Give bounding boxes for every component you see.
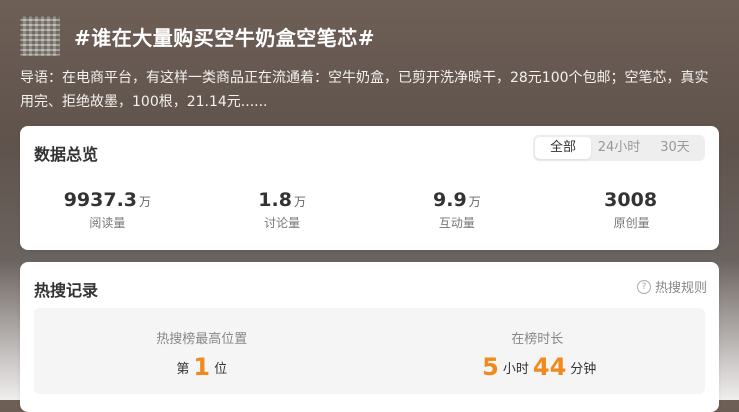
stat-discussions-label: 讨论量 xyxy=(264,216,301,230)
tab-all[interactable]: 全部 xyxy=(535,137,591,159)
stat-interactions-unit: 万 xyxy=(468,195,481,209)
duration-hours: 5 xyxy=(482,353,499,381)
tab-30d[interactable]: 30天 xyxy=(647,137,703,159)
hot-search-title: 热搜记录 xyxy=(34,281,99,300)
stat-discussions-value: 1.8 xyxy=(258,189,292,211)
data-overview-card: 数据总览 全部 24小时 30天 9937.3 万 阅读量 1.8 万 讨论量 9.… xyxy=(20,126,719,250)
hot-search-rules-link[interactable]: ? 热搜规则 xyxy=(636,277,707,296)
overview-stats: 9937.3 万 阅读量 1.8 万 讨论量 9.9 万 互动量 3008 原创量 xyxy=(20,189,719,234)
peak-suffix: 位 xyxy=(214,362,228,377)
peak-position: 热搜榜最高位置 第1位 xyxy=(34,308,370,394)
duration-minutes-unit: 分钟 xyxy=(570,362,597,377)
stat-discussions-unit: 万 xyxy=(293,195,306,209)
stat-reads-unit: 万 xyxy=(139,195,152,209)
stat-original-value: 3008 xyxy=(604,189,658,211)
duration-on-list: 在榜时长 5 小时 44 分钟 xyxy=(370,308,706,394)
hot-search-summary: 热搜榜最高位置 第1位 在榜时长 5 小时 44 分钟 xyxy=(34,308,705,394)
duration-label: 在榜时长 xyxy=(511,332,564,347)
topic-thumbnail xyxy=(20,16,60,56)
stat-reads-value: 9937.3 xyxy=(63,189,138,211)
peak-position-value: 第1位 xyxy=(34,353,370,381)
stat-reads: 9937.3 万 阅读量 xyxy=(20,189,195,234)
topic-header: #谁在大量购买空牛奶盒空笔芯# 导语：在电商平台，有这样一类商品正在流通着：空牛… xyxy=(0,0,739,125)
peak-position-label: 热搜榜最高位置 xyxy=(156,332,248,347)
stat-discussions: 1.8 万 讨论量 xyxy=(195,189,370,234)
stat-interactions: 9.9 万 互动量 xyxy=(370,189,545,234)
peak-prefix: 第 xyxy=(176,362,190,377)
overview-title: 数据总览 xyxy=(34,145,99,164)
tab-24h[interactable]: 24小时 xyxy=(591,137,647,159)
question-circle-icon: ? xyxy=(636,279,651,294)
stat-interactions-value: 9.9 xyxy=(433,189,467,211)
duration-value: 5 小时 44 分钟 xyxy=(370,353,706,381)
hot-search-card: 热搜记录 ? 热搜规则 热搜榜最高位置 第1位 在榜时长 5 小时 44 分钟 xyxy=(20,262,719,412)
duration-minutes: 44 xyxy=(532,353,567,381)
topic-intro: 导语：在电商平台，有这样一类商品正在流通着：空牛奶盒，已剪开洗净晾干，28元10… xyxy=(20,70,709,110)
time-range-tabs: 全部 24小时 30天 xyxy=(533,135,705,161)
stat-original: 3008 原创量 xyxy=(544,189,719,234)
stat-original-label: 原创量 xyxy=(613,216,650,230)
duration-hours-unit: 小时 xyxy=(502,362,529,377)
topic-title: #谁在大量购买空牛奶盒空笔芯# xyxy=(74,26,376,50)
hot-search-rules-label: 热搜规则 xyxy=(654,281,707,296)
peak-rank: 1 xyxy=(193,353,211,381)
stat-interactions-label: 互动量 xyxy=(438,216,475,230)
stat-reads-label: 阅读量 xyxy=(89,216,126,230)
